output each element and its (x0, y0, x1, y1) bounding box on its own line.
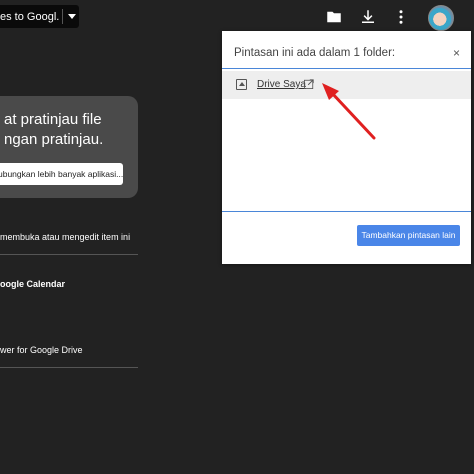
divider (222, 211, 471, 212)
shortcut-location-panel: Pintasan ini ada dalam 1 folder: × Drive… (222, 31, 471, 264)
divider (0, 254, 138, 255)
divider (62, 9, 63, 24)
open-external-icon[interactable] (304, 79, 314, 89)
divider (0, 367, 138, 368)
avatar[interactable] (428, 5, 454, 31)
download-icon[interactable] (359, 8, 377, 26)
preview-message-line2: ngan pratinjau. (4, 131, 104, 148)
app-item-viewer[interactable]: wer for Google Drive (0, 345, 83, 355)
add-shortcut-button[interactable]: Tambahkan pintasan lain (357, 225, 460, 246)
folder-row[interactable]: Drive Saya (222, 71, 471, 99)
more-vert-icon[interactable] (392, 8, 410, 26)
open-with-button[interactable]: es to Googl... (0, 5, 79, 28)
chevron-down-icon[interactable] (68, 14, 76, 19)
preview-message-line1: at pratinjau file (4, 111, 102, 128)
divider (222, 68, 471, 69)
connect-more-apps-button[interactable]: ubungkan lebih banyak aplikasi... (0, 163, 123, 185)
app-item-google-calendar[interactable]: oogle Calendar (0, 279, 65, 289)
add-to-drive-icon[interactable] (325, 8, 343, 26)
folder-link-my-drive[interactable]: Drive Saya (257, 79, 306, 90)
open-with-hint: membuka atau mengedit item ini (0, 232, 131, 242)
open-with-label: es to Googl... (0, 10, 60, 23)
drive-icon (236, 79, 247, 90)
close-icon[interactable]: × (453, 46, 460, 60)
panel-title: Pintasan ini ada dalam 1 folder: (234, 47, 396, 59)
